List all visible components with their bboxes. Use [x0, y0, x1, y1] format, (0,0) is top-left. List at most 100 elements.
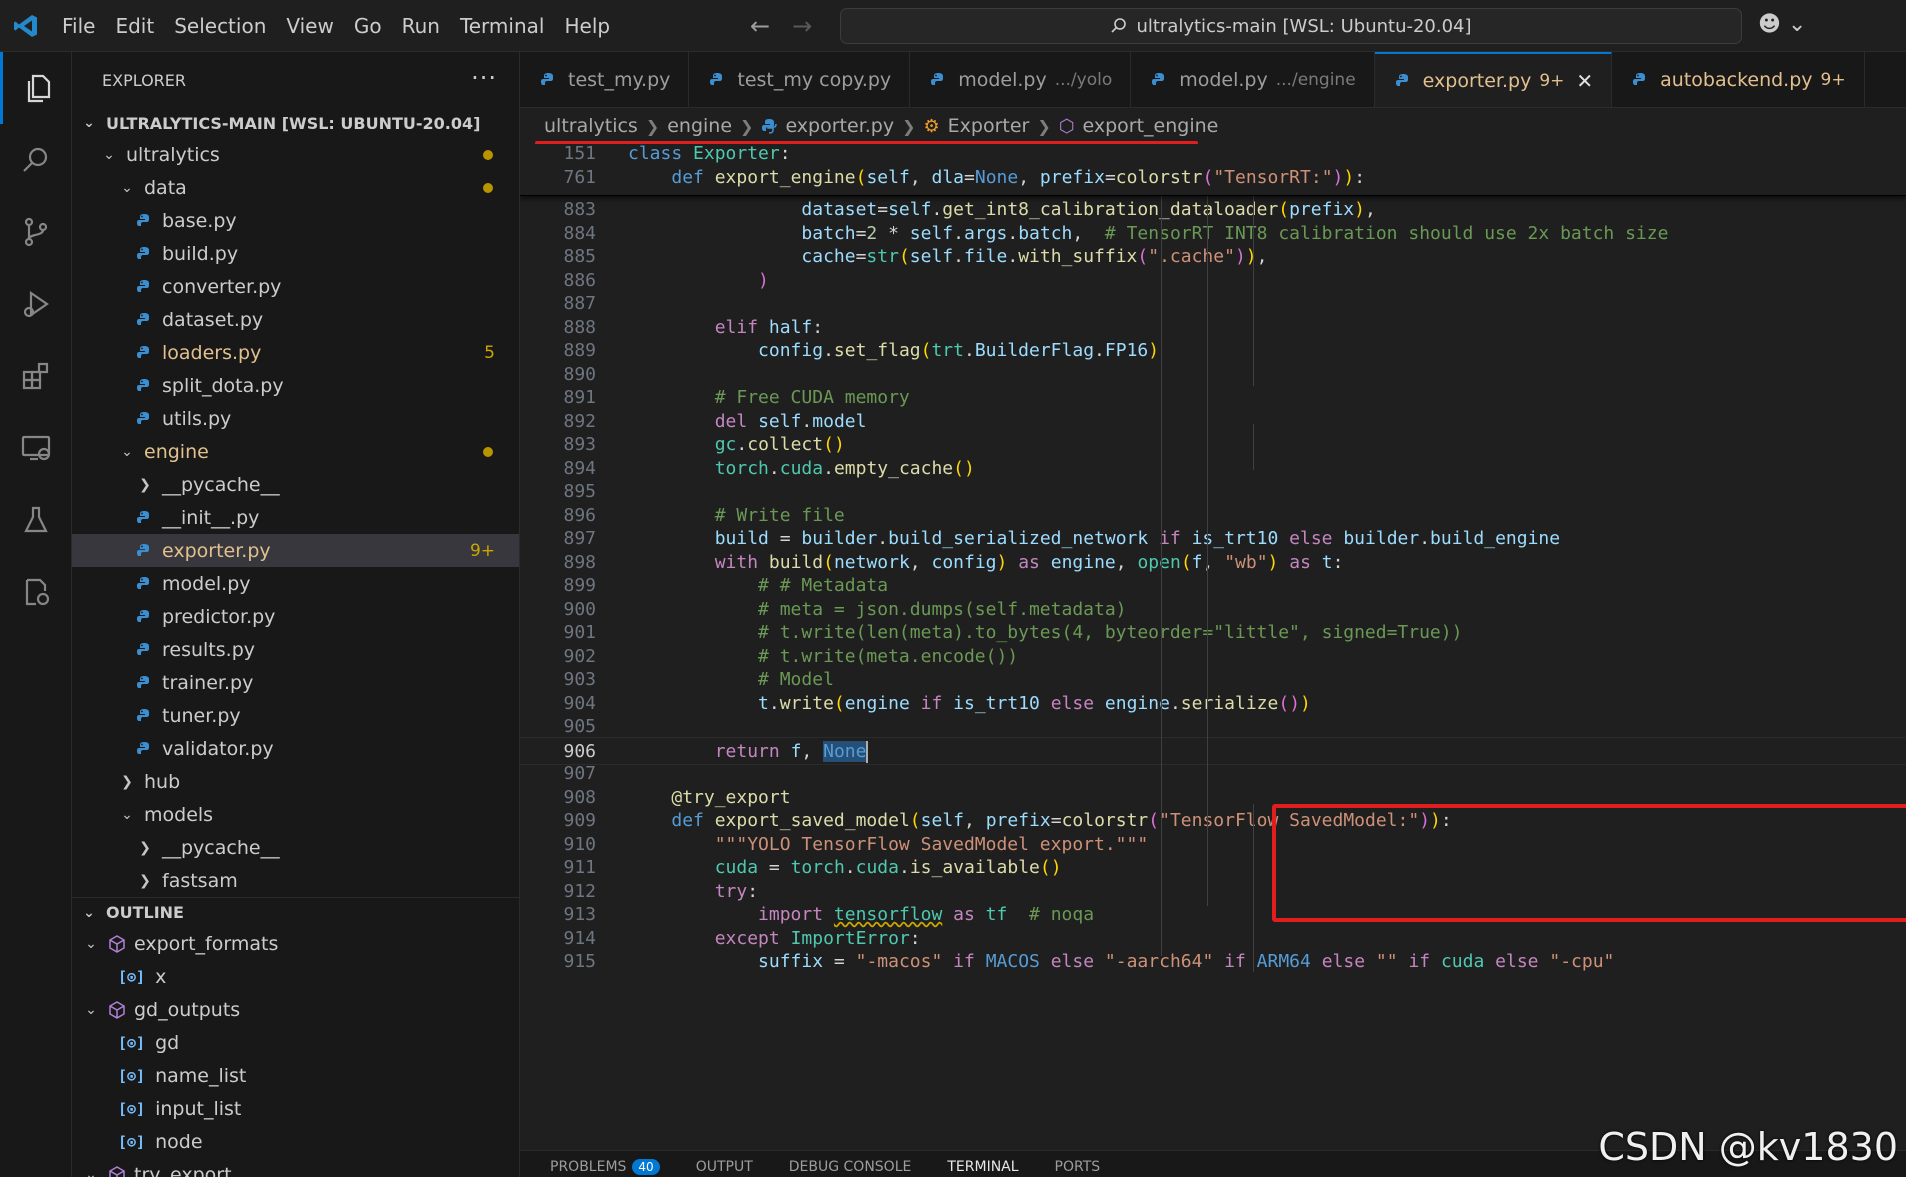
- tree-file[interactable]: dataset.py: [72, 303, 519, 336]
- tree-folder[interactable]: ❯ __pycache__: [72, 468, 519, 501]
- tree-folder[interactable]: ❯ __pycache__: [72, 831, 519, 864]
- tree-file[interactable]: converter.py: [72, 270, 519, 303]
- python-file-icon: [137, 378, 149, 391]
- explorer-icon[interactable]: [0, 52, 72, 124]
- tree-folder[interactable]: ⌄ data: [72, 171, 519, 204]
- outline-item[interactable]: ⌄ gd_outputs: [72, 993, 519, 1026]
- run-debug-icon[interactable]: [0, 268, 72, 340]
- outline-section[interactable]: ⌄ OUTLINE: [72, 897, 519, 927]
- breadcrumb-exporter-file[interactable]: exporter.py: [785, 115, 894, 137]
- tree-file[interactable]: trainer.py: [72, 666, 519, 699]
- python-file-icon: [1633, 73, 1646, 85]
- menu-terminal[interactable]: Terminal: [450, 0, 555, 52]
- python-file-icon: [137, 576, 149, 589]
- panel-tab-debug-console[interactable]: DEBUG CONSOLE: [789, 1159, 912, 1175]
- tree-folder[interactable]: ❯ hub: [72, 765, 519, 798]
- tree-file[interactable]: loaders.py 5: [72, 336, 519, 369]
- menu-view[interactable]: View: [276, 0, 343, 52]
- forward-arrow-icon[interactable]: →: [792, 12, 812, 40]
- code-text: t.write(engine if is_trt10 else engine.s…: [758, 692, 1311, 714]
- tree-file[interactable]: exporter.py 9+: [72, 534, 519, 567]
- command-center-search[interactable]: ultralytics-main [WSL: Ubuntu-20.04]: [840, 8, 1742, 44]
- code-text: ): [758, 269, 769, 291]
- editor-tab[interactable]: test_my.py: [520, 52, 690, 107]
- testing-icon[interactable]: [0, 484, 72, 556]
- code-line[interactable]: 761 def export_engine(self, dla=None, pr…: [520, 164, 1906, 192]
- outline-item[interactable]: [⊙] gd: [72, 1026, 519, 1059]
- python-file-icon: [137, 411, 149, 424]
- back-arrow-icon[interactable]: ←: [750, 12, 770, 40]
- code-text: except ImportError:: [714, 927, 921, 949]
- outline-item-label: input_list: [155, 1097, 242, 1120]
- outline-item[interactable]: ⌄ export_formats: [72, 927, 519, 960]
- outline-item[interactable]: ⌄ try_export: [72, 1158, 519, 1177]
- sticky-scroll-header[interactable]: 151 class Exporter: 761 def export_engine(…: [520, 144, 1906, 196]
- copilot-icon[interactable]: ☻ ⌄: [1758, 12, 1806, 37]
- panel-tab-output[interactable]: OUTPUT: [696, 1159, 753, 1175]
- code-text: elif half:: [714, 316, 824, 338]
- code-text: # Free CUDA memory: [714, 387, 910, 408]
- code-text: config.set_flag(trt.BuilderFlag.FP16): [758, 340, 1160, 361]
- remote-explorer-icon[interactable]: [0, 412, 72, 484]
- source-control-icon[interactable]: [0, 196, 72, 268]
- panel-tab-terminal[interactable]: TERMINAL: [947, 1159, 1018, 1175]
- python-file-icon: [137, 345, 149, 358]
- chevron-right-icon: ❯: [139, 839, 151, 856]
- menu-file[interactable]: File: [52, 0, 105, 52]
- indent-guide: [1161, 196, 1162, 956]
- editor-tab[interactable]: model.py .../engine: [1131, 52, 1375, 107]
- outline-item[interactable]: [⊙] node: [72, 1125, 519, 1158]
- tree-file[interactable]: results.py: [72, 633, 519, 666]
- tree-item-label: results.py: [162, 638, 255, 661]
- docker-icon[interactable]: [0, 556, 72, 628]
- panel-tab-problems[interactable]: PROBLEMS 40: [550, 1159, 660, 1175]
- breadcrumb-export-engine[interactable]: export_engine: [1082, 115, 1218, 137]
- tree-file[interactable]: tuner.py: [72, 699, 519, 732]
- menu-run[interactable]: Run: [392, 0, 450, 52]
- tree-file[interactable]: base.py: [72, 204, 519, 237]
- tree-folder[interactable]: ⌄ ultralytics: [72, 138, 519, 171]
- tree-item-label: __pycache__: [162, 836, 280, 859]
- workspace-root[interactable]: ⌄ ULTRALYTICS-MAIN [WSL: UBUNTU-20.04]: [72, 108, 519, 138]
- close-icon[interactable]: ✕: [1576, 69, 1593, 93]
- editor-tab[interactable]: exporter.py 9+ ✕: [1374, 52, 1613, 107]
- tree-file[interactable]: validator.py: [72, 732, 519, 765]
- search-icon[interactable]: [0, 124, 72, 196]
- outline-item[interactable]: [⊙] input_list: [72, 1092, 519, 1125]
- editor-tab[interactable]: model.py .../yolo: [910, 52, 1132, 107]
- tab-label: autobackend.py: [1660, 69, 1813, 91]
- tree-file[interactable]: predictor.py: [72, 600, 519, 633]
- menu-edit[interactable]: Edit: [105, 0, 164, 52]
- tab-label: model.py: [1179, 69, 1268, 91]
- tree-file[interactable]: build.py: [72, 237, 519, 270]
- problem-count-badge: 9+: [469, 540, 495, 561]
- tree-item-label: engine: [144, 440, 209, 463]
- tree-file[interactable]: split_dota.py: [72, 369, 519, 402]
- breadcrumb-exporter-class[interactable]: Exporter: [948, 115, 1030, 137]
- menu-selection[interactable]: Selection: [164, 0, 276, 52]
- extensions-icon[interactable]: [0, 340, 72, 412]
- code-line[interactable]: 915 suffix = "-macos" if MACOS else "-aa…: [520, 948, 1906, 976]
- chevron-right-icon: ❯: [645, 116, 660, 136]
- editor-tab[interactable]: test_my copy.py: [689, 52, 911, 107]
- more-actions-icon[interactable]: ···: [471, 64, 497, 92]
- breadcrumb-engine[interactable]: engine: [667, 115, 732, 137]
- editor-tab[interactable]: autobackend.py 9+: [1612, 52, 1865, 107]
- tree-item-label: __pycache__: [162, 473, 280, 496]
- tree-item-label: utils.py: [162, 407, 232, 430]
- tree-file[interactable]: utils.py: [72, 402, 519, 435]
- outline-item[interactable]: [⊙] name_list: [72, 1059, 519, 1092]
- variable-icon: [⊙]: [118, 1066, 146, 1085]
- outline-item[interactable]: [⊙] x: [72, 960, 519, 993]
- tree-file[interactable]: model.py: [72, 567, 519, 600]
- menu-help[interactable]: Help: [554, 0, 620, 52]
- tree-file[interactable]: __init__.py: [72, 501, 519, 534]
- tree-item-label: predictor.py: [162, 605, 276, 628]
- tree-folder[interactable]: ⌄ models: [72, 798, 519, 831]
- tree-folder[interactable]: ⌄ engine: [72, 435, 519, 468]
- code-editor[interactable]: 151 class Exporter: 761 def export_engine(…: [520, 144, 1906, 1150]
- menu-go[interactable]: Go: [344, 0, 392, 52]
- panel-tab-ports[interactable]: PORTS: [1055, 1159, 1101, 1175]
- tree-folder[interactable]: ❯ fastsam: [72, 864, 519, 897]
- breadcrumb-ultralytics[interactable]: ultralytics: [544, 115, 638, 137]
